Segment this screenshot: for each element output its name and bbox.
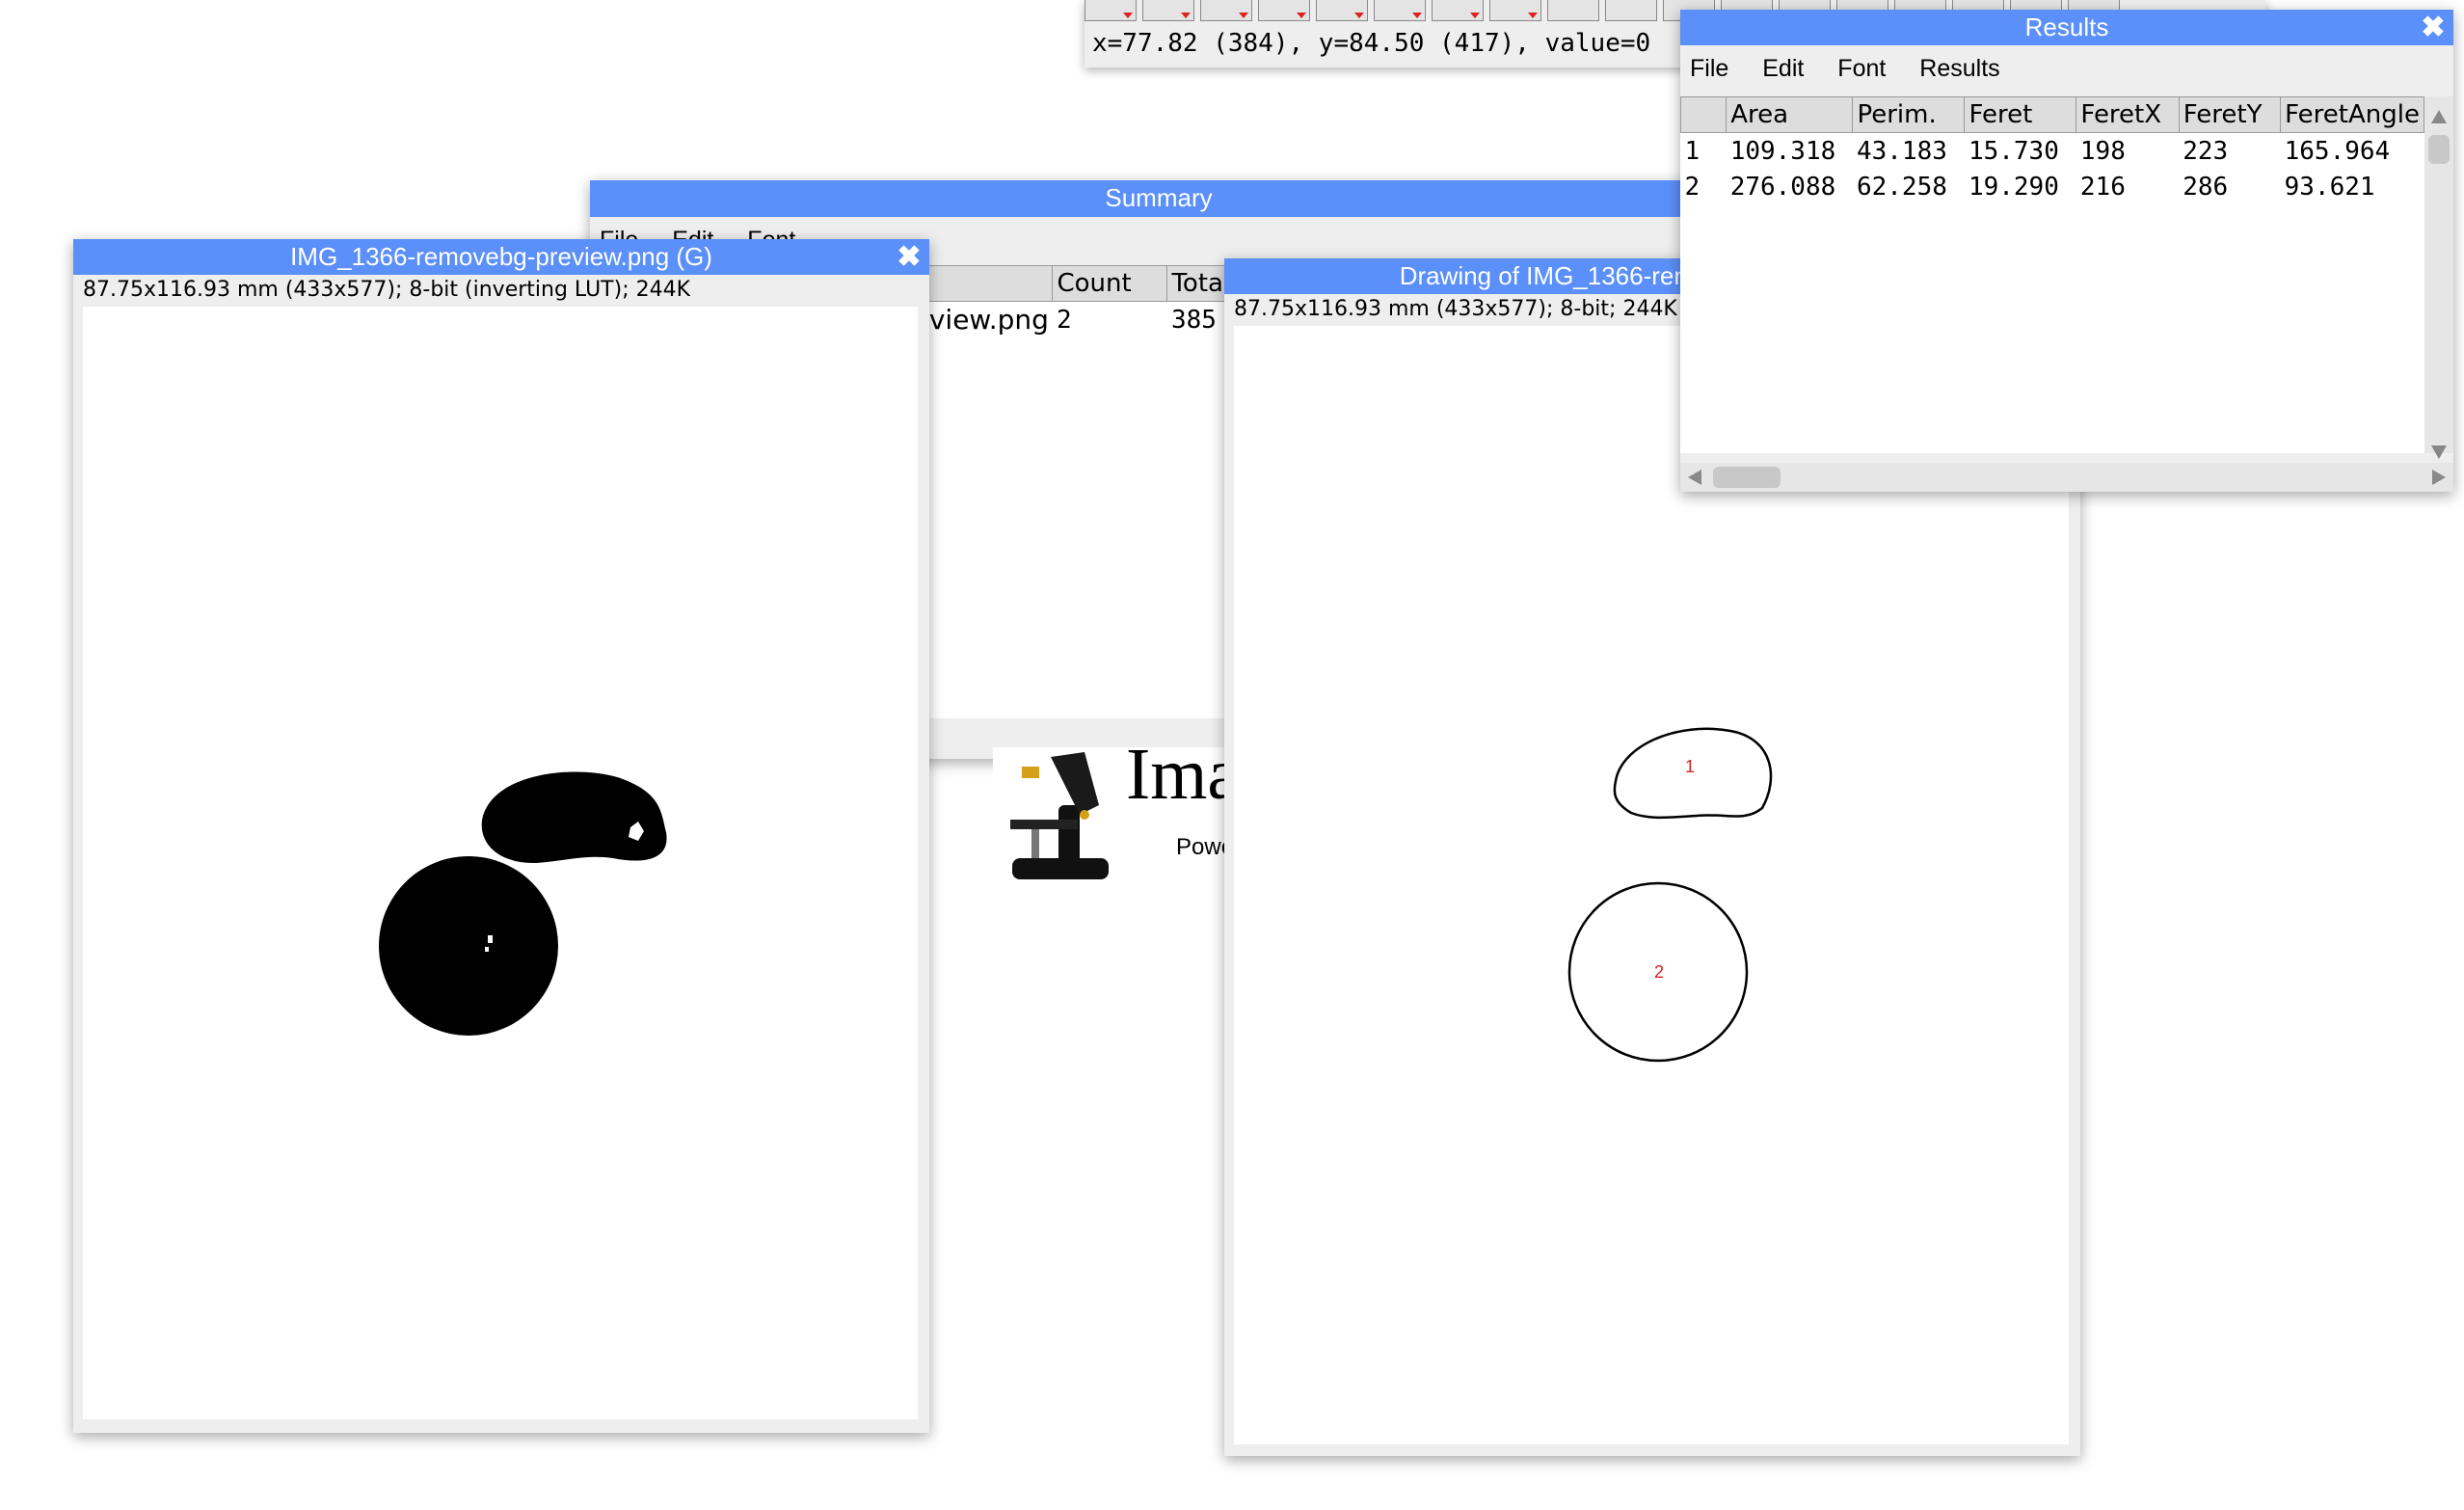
results-title: Results xyxy=(2024,13,2109,41)
close-icon[interactable]: ✖ xyxy=(2419,10,2448,45)
scroll-thumb[interactable] xyxy=(1713,467,1781,488)
results-cell: 198 xyxy=(2079,136,2126,166)
results-col-ferety[interactable]: FeretY xyxy=(2178,96,2282,133)
image-title: IMG_1366-removebg-preview.png (G) xyxy=(290,242,712,271)
outline-drawing: 1 2 xyxy=(1567,727,1773,1063)
results-cell: 43.183 xyxy=(1856,136,1947,166)
results-col-feretangle[interactable]: FeretAngle xyxy=(2280,96,2424,133)
blob-2 xyxy=(379,856,558,1036)
results-cell: 62.258 xyxy=(1856,172,1947,202)
results-col-feretx[interactable]: FeretX xyxy=(2076,96,2180,133)
text-icon[interactable] xyxy=(1547,0,1599,21)
image-titlebar[interactable]: IMG_1366-removebg-preview.png (G) ✖ xyxy=(73,239,929,275)
drawing-canvas[interactable]: 1 2 xyxy=(1234,326,2069,1444)
results-cell: 1 xyxy=(1684,136,1701,166)
angle-icon[interactable] xyxy=(1374,0,1426,21)
microscope-icon xyxy=(1010,752,1109,879)
tool-menu-indicator-icon xyxy=(1470,13,1480,18)
drawing-info: 87.75x116.93 mm (433x577); 8-bit; 244K xyxy=(1234,297,1677,321)
summary-titlebar[interactable]: Summary xyxy=(590,180,1727,217)
polygon-icon[interactable] xyxy=(1200,0,1252,21)
results-menu-font[interactable]: Font xyxy=(1837,55,1886,82)
vertical-scrollbar[interactable] xyxy=(2424,96,2453,459)
results-cell: 165.964 xyxy=(2284,136,2391,166)
results-menubar: File Edit Font Results xyxy=(1690,55,2027,83)
magnifier-icon[interactable] xyxy=(1605,0,1657,21)
scroll-right-icon[interactable] xyxy=(2432,470,2446,485)
results-cell: 19.290 xyxy=(1968,172,2059,202)
results-menu-edit[interactable]: Edit xyxy=(1762,55,1804,82)
results-col-perim[interactable]: Perim. xyxy=(1852,96,1966,133)
scroll-up-icon[interactable] xyxy=(2431,110,2447,123)
oval-icon[interactable] xyxy=(1142,0,1194,21)
results-col-feret[interactable]: Feret xyxy=(1964,96,2077,133)
table-row[interactable]: 1 109.318 43.183 15.730 198 223 165.964 xyxy=(1681,133,2424,170)
table-row[interactable]: 2 276.088 62.258 19.290 216 286 93.621 xyxy=(1681,169,2424,204)
rectangle-icon[interactable] xyxy=(1085,0,1137,21)
tool-menu-indicator-icon xyxy=(1297,13,1306,18)
freehand-icon[interactable] xyxy=(1258,0,1310,21)
summary-col-count[interactable]: Count xyxy=(1052,265,1168,302)
scroll-left-icon[interactable] xyxy=(1688,470,1701,485)
status-bar: x=77.82 (384), y=84.50 (417), value=0 xyxy=(1092,29,1651,58)
results-col-area[interactable]: Area xyxy=(1726,96,1854,133)
horizontal-scrollbar[interactable] xyxy=(1680,463,2453,492)
blob-1 xyxy=(481,771,667,864)
roi-label-2: 2 xyxy=(1654,962,1664,982)
tool-menu-indicator-icon xyxy=(1181,13,1191,18)
tool-menu-indicator-icon xyxy=(1412,13,1422,18)
wand-icon[interactable] xyxy=(1489,0,1541,21)
results-cell: 93.621 xyxy=(2284,172,2375,202)
results-titlebar[interactable]: Results ✖ xyxy=(1680,10,2453,45)
results-cell: 216 xyxy=(2079,172,2126,202)
tool-menu-indicator-icon xyxy=(1354,13,1364,18)
image-window: IMG_1366-removebg-preview.png (G) ✖ 87.7… xyxy=(73,239,929,1433)
results-cell: 223 xyxy=(2183,136,2229,166)
point-icon[interactable] xyxy=(1432,0,1484,21)
line-icon[interactable] xyxy=(1316,0,1368,21)
summary-cell-count: 2 xyxy=(1056,305,1072,335)
roi-label-1: 1 xyxy=(1685,757,1695,776)
summary-title: Summary xyxy=(1105,183,1213,212)
results-cell: 109.318 xyxy=(1729,136,1836,166)
results-menu-results[interactable]: Results xyxy=(1919,55,1999,82)
tool-menu-indicator-icon xyxy=(1239,13,1248,18)
results-table-area: Area Perim. Feret FeretX FeretY FeretAng… xyxy=(1680,96,2424,453)
results-cell: 276.088 xyxy=(1729,172,1836,202)
results-menu-file[interactable]: File xyxy=(1690,55,1728,82)
results-cell: 15.730 xyxy=(1968,136,2059,166)
scroll-down-icon[interactable] xyxy=(2431,445,2447,459)
tool-menu-indicator-icon xyxy=(1123,13,1133,18)
results-table: Area Perim. Feret FeretX FeretY FeretAng… xyxy=(1680,96,2424,204)
tool-menu-indicator-icon xyxy=(1528,13,1538,18)
results-cell: 286 xyxy=(2183,172,2229,202)
image-canvas[interactable] xyxy=(83,307,918,1419)
results-col-index[interactable] xyxy=(1680,96,1727,133)
results-window: Results ✖ File Edit Font Results Area Pe… xyxy=(1680,10,2453,492)
close-icon[interactable]: ✖ xyxy=(895,239,924,275)
binary-blobs xyxy=(379,771,667,1036)
image-info: 87.75x116.93 mm (433x577); 8-bit (invert… xyxy=(83,278,691,302)
results-cell: 2 xyxy=(1684,172,1701,202)
scroll-thumb[interactable] xyxy=(2428,135,2450,164)
